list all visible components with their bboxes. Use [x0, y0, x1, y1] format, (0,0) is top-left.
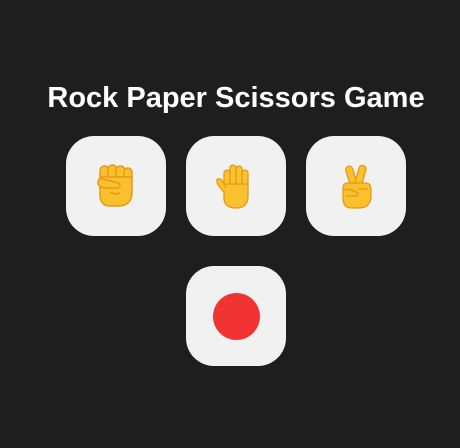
rock-button[interactable]: [66, 136, 166, 236]
scissors-button[interactable]: [306, 136, 406, 236]
game-screen: Rock Paper Scissors Game: [0, 0, 460, 448]
victory-hand-icon: [342, 164, 372, 209]
red-circle-icon: [212, 292, 260, 340]
page-title: Rock Paper Scissors Game: [47, 82, 425, 114]
paper-button[interactable]: [186, 136, 286, 236]
result-tile: [186, 266, 286, 366]
choice-buttons: [66, 136, 406, 236]
raised-hand-icon: [216, 164, 249, 209]
result-display: [186, 266, 286, 366]
raised-fist-icon: [97, 164, 133, 207]
